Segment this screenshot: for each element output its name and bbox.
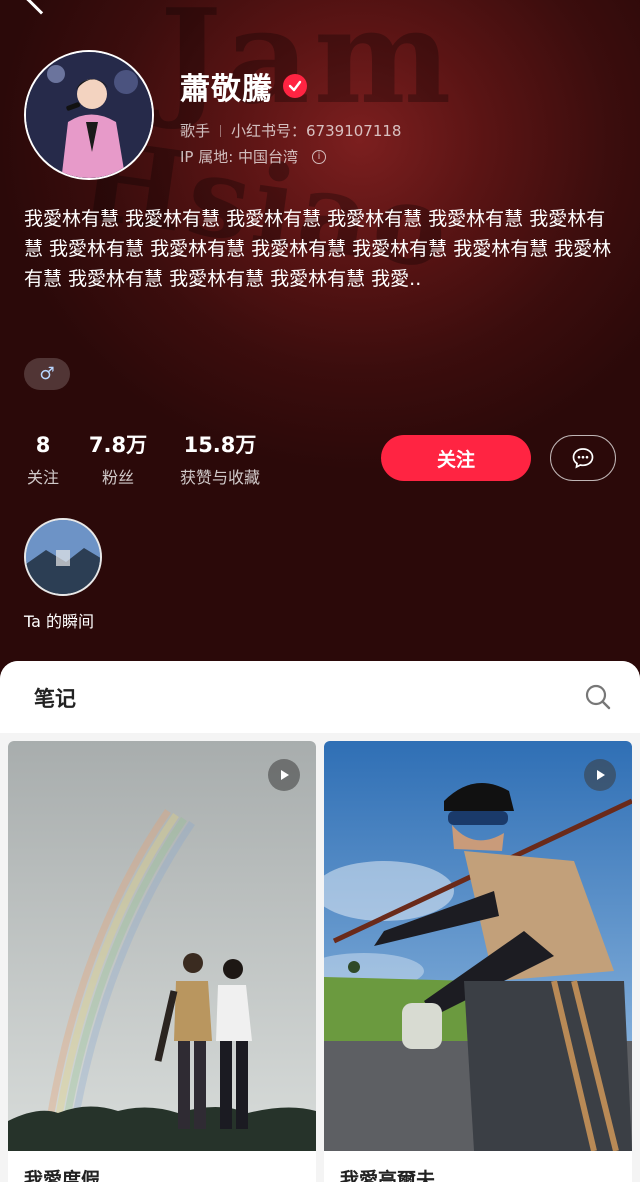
profile-meta-line: 歌手 小红书号：6739107118 — [180, 120, 401, 141]
profile-ip-line: IP 属地: 中国台湾 i — [180, 146, 327, 167]
stat-likes-count: 15.8万 — [183, 433, 257, 457]
verified-icon — [283, 74, 307, 98]
notes-sheet: 笔记 我愛度假 我愛高爾夫 — [0, 661, 640, 1182]
gender-male-icon: ♂ — [24, 358, 70, 390]
stat-following-label: 关注 — [26, 468, 59, 487]
profile-ip-location: IP 属地: 中国台湾 — [180, 148, 299, 166]
note-card-title: 我愛度假 — [24, 1169, 101, 1182]
profile-name: 蕭敬騰 — [180, 64, 307, 108]
avatar[interactable] — [24, 50, 154, 180]
search-icon[interactable] — [584, 683, 612, 711]
info-icon[interactable]: i — [312, 149, 327, 164]
profile-name-text: 蕭敬騰 — [180, 72, 273, 107]
note-cover-image — [8, 741, 316, 1151]
message-icon — [572, 448, 594, 469]
stat-following-count: 8 — [35, 433, 51, 457]
stat-likes-label: 获赞与收藏 — [179, 468, 260, 487]
tab-notes[interactable]: 笔记 — [34, 683, 76, 713]
stat-following[interactable]: 8 关注 — [24, 432, 62, 488]
profile-bio[interactable]: 我愛林有慧 我愛林有慧 我愛林有慧 我愛林有慧 我愛林有慧 我愛林有慧 我愛林有… — [24, 204, 620, 294]
note-cover-image — [324, 741, 632, 1152]
stat-fans-label: 粉丝 — [101, 468, 134, 487]
note-card[interactable]: 我愛度假 — [8, 741, 316, 1182]
profile-xhs-id[interactable]: 小红书号：6739107118 — [231, 120, 401, 141]
profile-role: 歌手 — [180, 122, 211, 140]
stat-fans-count: 7.8万 — [88, 433, 148, 457]
message-button[interactable] — [550, 435, 616, 481]
stat-fans[interactable]: 7.8万 粉丝 — [86, 432, 150, 488]
note-card[interactable]: 我愛高爾夫 — [324, 741, 632, 1182]
moment-thumbnail[interactable] — [24, 518, 102, 596]
play-icon — [584, 759, 616, 791]
notes-tab-bar: 笔记 — [0, 661, 640, 733]
follow-button[interactable]: 关注 — [381, 435, 531, 481]
play-icon — [268, 759, 300, 791]
meta-divider — [220, 124, 222, 137]
stat-likes-collects[interactable]: 15.8万 获赞与收藏 — [172, 432, 268, 488]
note-card-title: 我愛高爾夫 — [340, 1169, 436, 1182]
moments-label[interactable]: Ta 的瞬间 — [24, 608, 94, 632]
